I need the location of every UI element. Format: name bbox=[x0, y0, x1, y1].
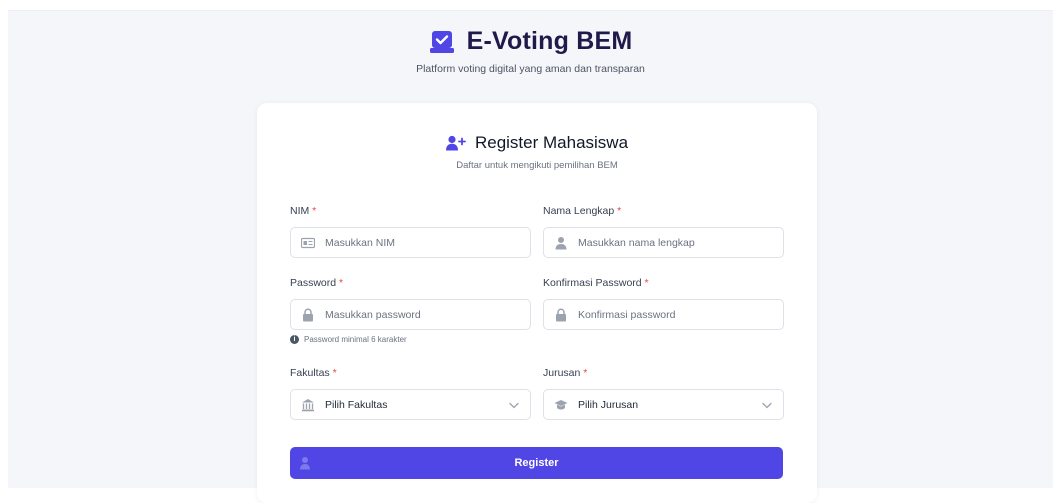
info-icon: i bbox=[290, 335, 299, 344]
nim-field-group: NIM * Masukkan NIM bbox=[290, 205, 531, 258]
nama-label: Nama Lengkap * bbox=[543, 205, 622, 217]
password-placeholder: Masukkan password bbox=[325, 308, 421, 321]
nama-placeholder: Masukkan nama lengkap bbox=[578, 236, 695, 249]
jurusan-label: Jurusan * bbox=[543, 367, 588, 379]
chevron-down-icon bbox=[509, 402, 519, 409]
nim-label: NIM * bbox=[290, 205, 317, 217]
graduation-cap-icon bbox=[554, 399, 568, 409]
user-plus-icon bbox=[445, 135, 466, 151]
password-label: Password * bbox=[290, 277, 344, 289]
fakultas-select[interactable]: Pilih Fakultas bbox=[290, 389, 531, 420]
password-hint: i Password minimal 6 karakter bbox=[290, 335, 531, 344]
page-background: E-Voting BEM Platform voting digital yan… bbox=[8, 10, 1053, 503]
card-header: Register Mahasiswa bbox=[257, 133, 817, 153]
konfirmasi-placeholder: Konfirmasi password bbox=[578, 308, 676, 321]
jurusan-select[interactable]: Pilih Jurusan bbox=[543, 389, 784, 420]
nama-input[interactable]: Masukkan nama lengkap bbox=[543, 227, 784, 258]
konfirmasi-field-group: Konfirmasi Password * Konfirmasi passwor… bbox=[543, 277, 784, 330]
lock-icon bbox=[303, 307, 313, 321]
user-plus-icon bbox=[300, 457, 310, 470]
register-button-label: Register bbox=[514, 457, 559, 469]
brand-header: E-Voting BEM bbox=[8, 27, 1053, 56]
nim-placeholder: Masukkan NIM bbox=[325, 236, 396, 249]
nama-field-group: Nama Lengkap * Masukkan nama lengkap bbox=[543, 205, 784, 258]
fakultas-selected: Pilih Fakultas bbox=[325, 398, 388, 411]
jurusan-field-group: Jurusan * Pilih Jurusan bbox=[543, 367, 784, 420]
form-title: Register Mahasiswa bbox=[474, 133, 629, 152]
university-icon bbox=[302, 398, 314, 411]
form-subtitle: Daftar untuk mengikuti pemilihan BEM bbox=[456, 160, 618, 171]
fakultas-label: Fakultas * bbox=[290, 367, 337, 379]
konfirmasi-label: Konfirmasi Password * bbox=[543, 277, 649, 289]
app-title: E-Voting BEM bbox=[466, 27, 633, 55]
konfirmasi-input[interactable]: Konfirmasi password bbox=[543, 299, 784, 330]
chevron-down-icon bbox=[762, 402, 772, 409]
fakultas-field-group: Fakultas * Pilih Fakultas bbox=[290, 367, 531, 420]
password-input[interactable]: Masukkan password bbox=[290, 299, 531, 330]
nim-input[interactable]: Masukkan NIM bbox=[290, 227, 531, 258]
id-card-icon bbox=[301, 237, 315, 248]
user-icon bbox=[555, 236, 567, 249]
password-hint-text: Password minimal 6 karakter bbox=[304, 335, 407, 344]
jurusan-selected: Pilih Jurusan bbox=[578, 398, 639, 411]
lock-icon bbox=[556, 307, 566, 321]
register-button[interactable]: Register bbox=[290, 447, 783, 479]
vote-box-icon bbox=[429, 30, 454, 53]
password-field-group: Password * Masukkan password i Password … bbox=[290, 277, 531, 344]
app-subtitle: Platform voting digital yang aman dan tr… bbox=[416, 63, 645, 75]
register-card: Register Mahasiswa Daftar untuk mengikut… bbox=[257, 103, 817, 503]
